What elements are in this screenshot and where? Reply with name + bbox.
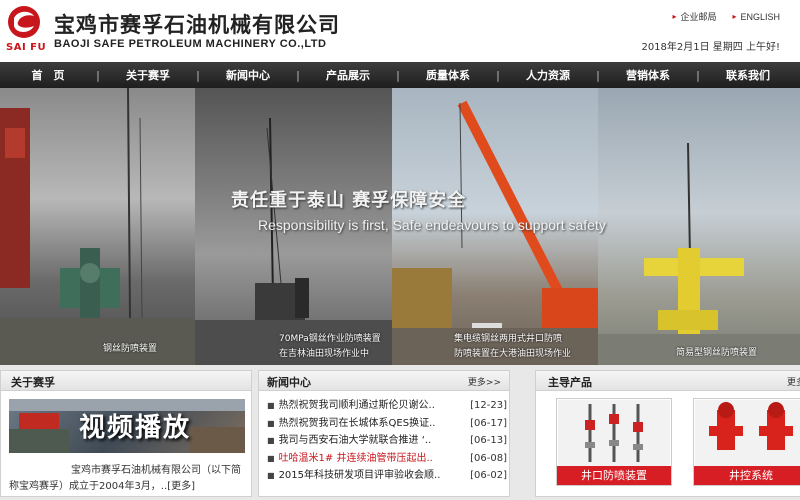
news-item-date: [12-23] bbox=[470, 400, 507, 411]
product-image bbox=[695, 400, 800, 466]
product-label: 井口防喷装置 bbox=[557, 466, 671, 485]
mail-link[interactable]: ▸ 企业邮局 bbox=[672, 10, 716, 23]
banner-caption-2-line2: 在吉林油田现场作业中 bbox=[279, 349, 370, 359]
nav-news[interactable]: 新闻中心 bbox=[200, 67, 296, 83]
hero-banner[interactable]: 钢丝防喷装置 70MPa钢丝作业防喷装置 在吉林油田现场作业中 集电缆钢丝两用式… bbox=[0, 88, 800, 365]
banner-slogan-cn: 责任重于泰山 赛孚保障安全 bbox=[231, 190, 467, 211]
about-box: 关于赛孚 视频播放 宝鸡市赛孚石油机械有限公司（以下简称宝鸡赛孚）成立于2004… bbox=[0, 370, 252, 497]
video-player[interactable]: 视频播放 bbox=[9, 399, 245, 453]
bullet-icon: ■ bbox=[267, 436, 275, 445]
company-logo-icon[interactable] bbox=[6, 4, 42, 40]
logo-text: SAI FU bbox=[6, 42, 47, 53]
news-item-date: [06-08] bbox=[470, 452, 507, 464]
bullet-icon: ■ bbox=[267, 453, 275, 463]
news-box: 新闻中心 更多>> ■ 热烈祝贺我司顺利通过斯伦贝谢公.. [12-23] ■ 热烈… bbox=[258, 370, 510, 497]
products-more-link[interactable]: 更多 bbox=[787, 375, 800, 388]
date-display: 2018年2月1日 星期四 上午好! bbox=[641, 42, 780, 53]
banner-photo-1: 钢丝防喷装置 bbox=[0, 88, 195, 365]
products-box: 主导产品 更多 井口防喷装 bbox=[535, 370, 800, 497]
news-item-title: 热烈祝贺我司顺利通过斯伦贝谢公.. bbox=[278, 400, 435, 411]
product-label: 井控系统 bbox=[694, 466, 800, 485]
news-item[interactable]: ■ 吐哈温米1# 井连续油管带压起出.. [06-08] bbox=[267, 450, 507, 468]
products-title: 主导产品 bbox=[548, 376, 592, 389]
news-item[interactable]: ■ 热烈祝贺我司在长城体系QES换证.. [06-17] bbox=[267, 415, 507, 433]
banner-caption-4: 简易型钢丝防喷装置 bbox=[676, 348, 758, 358]
about-description[interactable]: 宝鸡市赛孚石油机械有限公司（以下简称宝鸡赛孚）成立于2004年3月，..[更多] bbox=[9, 463, 249, 495]
news-item-title: 热烈祝贺我司在长城体系QES换证.. bbox=[278, 417, 436, 429]
news-item[interactable]: ■ 2015年科技研发项目评审验收会顺.. [06-02] bbox=[267, 467, 507, 485]
news-more-link[interactable]: 更多>> bbox=[468, 375, 501, 388]
banner-slogan-en: Responsibility is first, Safe endeavours… bbox=[258, 217, 606, 233]
bullet-icon: ■ bbox=[267, 471, 275, 480]
nav-marketing[interactable]: 营销体系 bbox=[600, 67, 696, 83]
arrow-icon: ▸ bbox=[732, 12, 737, 21]
about-header: 关于赛孚 bbox=[1, 371, 251, 391]
nav-hr[interactable]: 人力资源 bbox=[500, 67, 596, 83]
yellow-wellhead-illustration bbox=[598, 142, 800, 365]
nav-quality[interactable]: 质量体系 bbox=[400, 67, 496, 83]
nav-products[interactable]: 产品展示 bbox=[300, 67, 396, 83]
news-item-title: 我司与西安石油大学就联合推进 ‘.. bbox=[278, 435, 432, 446]
arrow-icon: ▸ bbox=[672, 12, 677, 21]
news-item-title: 2015年科技研发项目评审验收会顺.. bbox=[278, 470, 441, 481]
top-links: ▸ 企业邮局 ▸ ENGLISH bbox=[672, 10, 780, 23]
wellhead-equipment-icon bbox=[585, 404, 643, 462]
nav-contact[interactable]: 联系我们 bbox=[700, 67, 796, 83]
well-control-equipment-icon bbox=[709, 402, 793, 450]
banner-caption-2-line1: 70MPa钢丝作业防喷装置 bbox=[279, 334, 381, 344]
mail-link-label: 企业邮局 bbox=[680, 12, 717, 22]
news-item[interactable]: ■ 我司与西安石油大学就联合推进 ‘.. [06-13] bbox=[267, 432, 507, 450]
company-name-en: BAOJI SAFE PETROLEUM MACHINERY CO.,LTD bbox=[54, 38, 327, 50]
news-item-date: [06-02] bbox=[470, 470, 507, 481]
nav-home[interactable]: 首 页 bbox=[0, 67, 96, 83]
banner-caption-3-line2: 防喷装置在大港油田现场作业 bbox=[454, 349, 572, 359]
content-section: 关于赛孚 视频播放 宝鸡市赛孚石油机械有限公司（以下简称宝鸡赛孚）成立于2004… bbox=[0, 365, 800, 500]
bullet-icon: ■ bbox=[267, 401, 275, 410]
main-nav: 首 页 | 关于赛孚 | 新闻中心 | 产品展示 | 质量体系 | 人力资源 |… bbox=[0, 62, 800, 88]
news-list: ■ 热烈祝贺我司顺利通过斯伦贝谢公.. [12-23] ■ 热烈祝贺我司在长城体系Q… bbox=[267, 397, 507, 485]
company-name-cn: 宝鸡市赛孚石油机械有限公司 bbox=[54, 13, 340, 37]
news-header: 新闻中心 更多>> bbox=[259, 371, 509, 391]
product-card[interactable]: 井口防喷装置 bbox=[556, 398, 672, 486]
page: SAI FU 宝鸡市赛孚石油机械有限公司 BAOJI SAFE PETROLEU… bbox=[0, 0, 800, 500]
news-item[interactable]: ■ 热烈祝贺我司顺利通过斯伦贝谢公.. [12-23] bbox=[267, 397, 507, 415]
news-item-date: [06-17] bbox=[470, 417, 507, 429]
banner-caption-1: 钢丝防喷装置 bbox=[103, 344, 158, 354]
product-card[interactable]: 井控系统 bbox=[693, 398, 800, 486]
banner-caption-3-line1: 集电缆钢丝两用式井口防喷 bbox=[454, 334, 563, 344]
news-item-date: [06-13] bbox=[470, 435, 507, 446]
bullet-icon: ■ bbox=[267, 418, 275, 428]
nav-about[interactable]: 关于赛孚 bbox=[100, 67, 196, 83]
english-link[interactable]: ▸ ENGLISH bbox=[732, 10, 780, 23]
products-header: 主导产品 更多 bbox=[536, 371, 800, 391]
video-label: 视频播放 bbox=[79, 413, 192, 443]
banner-photo-4: 简易型钢丝防喷装置 bbox=[598, 88, 800, 365]
site-header: SAI FU 宝鸡市赛孚石油机械有限公司 BAOJI SAFE PETROLEU… bbox=[0, 0, 800, 62]
product-image bbox=[558, 400, 670, 466]
news-item-title: 吐哈温米1# 井连续油管带压起出.. bbox=[278, 452, 433, 464]
wellhead-illustration bbox=[0, 88, 195, 365]
about-title: 关于赛孚 bbox=[11, 376, 55, 389]
news-title: 新闻中心 bbox=[267, 376, 311, 389]
english-link-label: ENGLISH bbox=[740, 11, 780, 22]
